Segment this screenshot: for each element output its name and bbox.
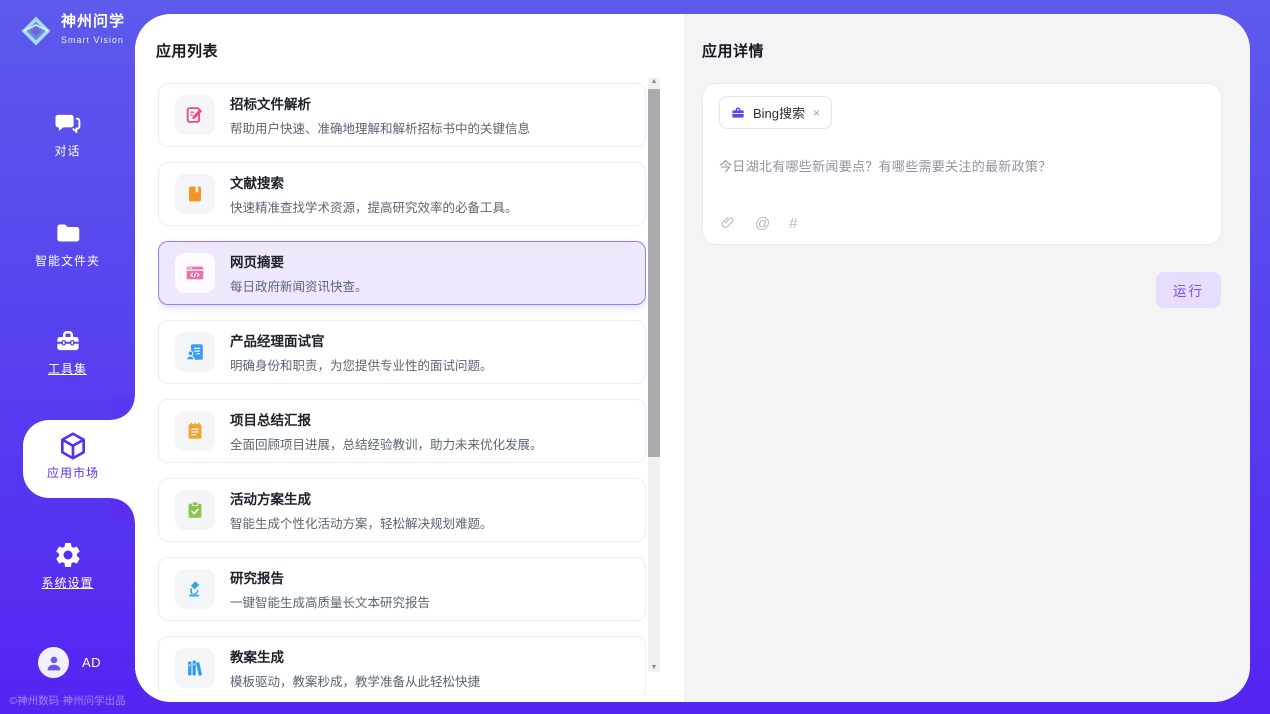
app-card-title: 项目总结汇报 [230, 409, 543, 429]
person-doc-icon [175, 332, 215, 372]
copyright-footer: ©神州数码·神州问学出品 [0, 693, 135, 708]
app-card-title: 产品经理面试官 [230, 330, 493, 350]
run-button[interactable]: 运行 [1156, 272, 1221, 308]
app-card-literature-search[interactable]: 文献搜索 快速精准查找学术资源，提高研究效率的必备工具。 [158, 162, 646, 226]
scroll-up-icon[interactable]: ▲ [648, 76, 660, 88]
browser-code-icon [175, 253, 215, 293]
chat-icon [0, 108, 135, 138]
toolbox-icon [0, 326, 135, 356]
chip-close-icon[interactable]: × [812, 106, 821, 120]
app-card-title: 教案生成 [230, 646, 480, 666]
books-icon [175, 648, 215, 688]
app-detail-title: 应用详情 [702, 40, 764, 61]
app-card-title: 文献搜索 [230, 172, 518, 192]
notepad-icon [175, 411, 215, 451]
brand-logo: 神州问学 Smart Vision [18, 13, 135, 49]
folder-icon [0, 218, 135, 248]
sidebar-item-toolset[interactable]: 工具集 [0, 326, 135, 377]
gear-icon [0, 540, 135, 570]
sidebar-item-settings[interactable]: 系统设置 [0, 540, 135, 591]
sidebar-item-label: 对话 [0, 142, 135, 159]
app-list-title: 应用列表 [156, 40, 218, 61]
scrollbar-thumb[interactable] [648, 89, 660, 457]
query-text[interactable]: 今日湖北有哪些新闻要点？有哪些需要关注的最新政策？ [719, 156, 1205, 175]
sidebar-item-label: 系统设置 [0, 574, 135, 591]
main-content: 应用列表 招标文件解析 帮助用户快速、准确地理解和解析招标书中的关键信息 [135, 14, 1250, 702]
user-account[interactable]: AD [38, 647, 101, 678]
input-toolbar: @ # [720, 214, 798, 232]
brand-text: 神州问学 Smart Vision [61, 14, 135, 48]
cube-icon [23, 430, 123, 462]
tool-chip-label: Bing搜索 [753, 103, 805, 122]
sidebar-item-label: 应用市场 [23, 464, 123, 481]
sidebar-item-smart-folder[interactable]: 智能文件夹 [0, 218, 135, 269]
app-card-title: 活动方案生成 [230, 488, 493, 508]
app-card-desc: 一键智能生成高质量长文本研究报告 [230, 592, 430, 611]
tool-chip-bing-search[interactable]: Bing搜索 × [719, 96, 832, 129]
app-card-title: 研究报告 [230, 567, 430, 587]
app-card-desc: 模板驱动，教案秒成，教学准备从此轻松快捷 [230, 671, 480, 690]
app-card-web-summary[interactable]: 网页摘要 每日政府新闻资讯快查。 [158, 241, 646, 305]
brand-subtitle: Smart Vision [61, 35, 124, 45]
avatar [38, 647, 69, 678]
hashtag-icon[interactable]: # [789, 215, 797, 232]
app-card-title: 网页摘要 [230, 251, 368, 271]
doc-pen-icon [175, 95, 215, 135]
app-card-desc: 快速精准查找学术资源，提高研究效率的必备工具。 [230, 197, 518, 216]
app-card-project-summary[interactable]: 项目总结汇报 全面回顾项目进展，总结经验教训，助力未来优化发展。 [158, 399, 646, 463]
app-card-desc: 全面回顾项目进展，总结经验教训，助力未来优化发展。 [230, 434, 543, 453]
sidebar: 神州问学 Smart Vision 对话 智能文件夹 [0, 0, 135, 714]
paperclip-icon[interactable] [720, 214, 736, 232]
app-list: 招标文件解析 帮助用户快速、准确地理解和解析招标书中的关键信息 文献搜索 快速精… [158, 83, 646, 695]
app-detail-panel: 应用详情 Bing搜索 × 今日湖北有哪些新闻要点？有哪些需要关注的最新政策？ [684, 14, 1250, 702]
app-card-desc: 每日政府新闻资讯快查。 [230, 276, 368, 295]
user-initials: AD [82, 655, 101, 670]
list-scrollbar[interactable]: ▲ ▼ [648, 78, 660, 672]
book-icon [175, 174, 215, 214]
app-card-lesson-plan[interactable]: 教案生成 模板驱动，教案秒成，教学准备从此轻松快捷 [158, 636, 646, 695]
app-card-pm-interviewer[interactable]: 产品经理面试官 明确身份和职责，为您提供专业性的面试问题。 [158, 320, 646, 384]
briefcase-icon [730, 105, 746, 121]
clipboard-check-icon [175, 490, 215, 530]
scroll-down-icon[interactable]: ▼ [648, 662, 660, 674]
app-card-desc: 智能生成个性化活动方案，轻松解决规划难题。 [230, 513, 493, 532]
app-card-bid-parsing[interactable]: 招标文件解析 帮助用户快速、准确地理解和解析招标书中的关键信息 [158, 83, 646, 147]
sidebar-item-label: 工具集 [0, 360, 135, 377]
app-card-title: 招标文件解析 [230, 93, 530, 113]
app-card-desc: 明确身份和职责，为您提供专业性的面试问题。 [230, 355, 493, 374]
app-card-event-plan[interactable]: 活动方案生成 智能生成个性化活动方案，轻松解决规划难题。 [158, 478, 646, 542]
prompt-card[interactable]: Bing搜索 × 今日湖北有哪些新闻要点？有哪些需要关注的最新政策？ @ # [702, 83, 1222, 245]
app-list-panel: 应用列表 招标文件解析 帮助用户快速、准确地理解和解析招标书中的关键信息 [135, 14, 684, 702]
sidebar-item-chat[interactable]: 对话 [0, 108, 135, 159]
diamond-logo-icon [18, 13, 54, 49]
app-card-research-report[interactable]: 研究报告 一键智能生成高质量长文本研究报告 [158, 557, 646, 621]
sidebar-item-app-market[interactable]: 应用市场 [23, 420, 135, 498]
sidebar-item-label: 智能文件夹 [0, 252, 135, 269]
microscope-icon [175, 569, 215, 609]
mention-icon[interactable]: @ [755, 215, 770, 232]
app-card-desc: 帮助用户快速、准确地理解和解析招标书中的关键信息 [230, 118, 530, 137]
brand-name: 神州问学 [61, 13, 125, 30]
